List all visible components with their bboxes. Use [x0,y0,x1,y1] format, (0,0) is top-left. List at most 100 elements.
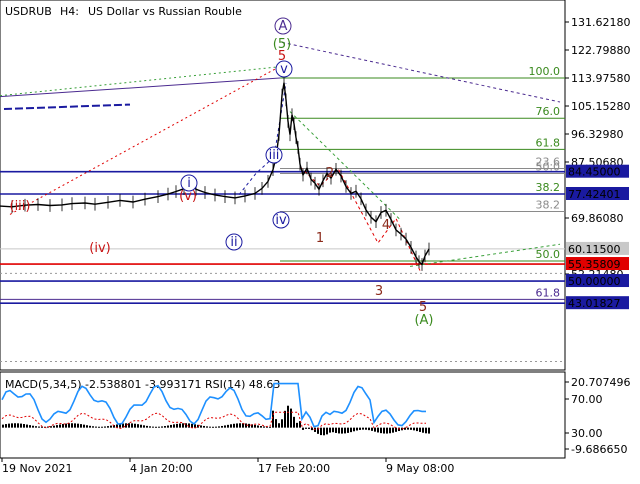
wave-label-7: iv [275,213,287,228]
fib-label-1: 76.0 [536,105,561,118]
macd-hist-bar-33 [101,426,103,428]
indicator-tick-label-1: 70.00 [571,393,603,406]
macd-hist-bar-129 [389,427,391,434]
macd-hist-bar-58 [176,423,178,428]
symbol-label: USDRUB [5,5,52,18]
macd-hist-bar-4 [14,423,16,428]
macd-hist-bar-30 [92,426,94,428]
macd-hist-bar-73 [221,425,223,428]
macd-hist-bar-120 [362,427,364,430]
macd-hist-bar-28 [86,425,88,428]
macd-hist-bar-78 [236,423,238,428]
fib-label-7: 50.0 [536,248,561,261]
indicator-tick-label-3: -9.686650 [571,443,627,456]
macd-hist-bar-94 [284,410,286,428]
macd-hist-bar-0 [2,424,4,428]
macd-hist-bar-124 [374,427,376,432]
macd-hist-bar-111 [335,427,337,433]
macd-rsi-indicator [0,272,565,436]
macd-hist-bar-6 [20,423,22,428]
macd-rsi-label: MACD(5,34,5) -2.538801 -3.993171 RSI(14)… [5,378,280,391]
macd-hist-bar-16 [50,426,52,428]
macd-hist-bar-89 [269,426,271,428]
wave-label-12: 2 [326,166,334,181]
macd-hist-bar-106 [320,427,322,436]
price-label-0: 84.45000 [568,166,621,179]
macd-hist-bar-1 [5,424,7,428]
macd-hist-bar-19 [59,424,61,428]
wave-label-14: 4 [382,218,390,233]
macd-hist-bar-93 [281,419,283,428]
macd-hist-bar-49 [149,426,151,428]
macd-hist-bar-101 [305,427,307,429]
fib-label-8: 61.8 [536,286,561,299]
price-tick-label-0: 131.62180 [571,16,631,29]
macd-hist-bar-43 [131,423,133,428]
macd-hist-bar-22 [68,423,70,428]
wave-label-4: iii [269,148,280,163]
macd-hist-bar-114 [344,427,346,434]
macd-hist-bar-125 [377,427,379,433]
indicator-tick-label-0: 20.707496 [571,376,631,389]
macd-hist-bar-142 [428,427,430,434]
macd-hist-bar-7 [23,424,25,428]
macd-hist-bar-123 [371,427,373,431]
macd-hist-bar-110 [332,427,334,433]
macd-hist-bar-140 [422,427,424,433]
macd-hist-bar-54 [164,426,166,428]
fib-label-0: 100.0 [529,65,561,78]
price-tick-label-3: 105.15280 [571,100,631,113]
macd-hist-bar-74 [224,425,226,428]
chart-window: USDRUB H4: US Dollar vs Russian Rouble 1… [0,0,640,480]
macd-hist-bar-112 [338,427,340,434]
macd-hist-bar-2 [8,423,10,428]
macd-hist-bar-135 [407,427,409,430]
macd-hist-bar-118 [356,427,358,431]
wave-label-16: (A) [414,313,433,328]
macd-hist-bar-53 [161,426,163,428]
wave-label-10: (iv) [89,241,110,256]
macd-hist-bar-98 [296,422,298,428]
price-label-1: 77.42401 [568,188,621,201]
macd-hist-bar-127 [383,427,385,434]
macd-hist-bar-107 [323,427,325,436]
timeframe-label: H4: [60,5,79,18]
macd-hist-bar-102 [308,427,310,429]
time-label-2: 17 Feb 20:00 [258,462,330,475]
macd-hist-bar-115 [347,427,349,433]
price-axis: 131.62180 122.79880 113.97580 105.15280 96.3… [565,16,631,281]
macd-hist-bar-132 [398,427,400,432]
macd-hist-bar-18 [56,425,58,428]
macd-hist-bar-121 [365,427,367,430]
macd-hist-bar-84 [254,424,256,428]
macd-hist-bar-116 [350,427,352,433]
macd-hist-bar-136 [410,427,412,430]
macd-hist-bar-42 [128,423,130,428]
macd-hist-bar-69 [209,426,211,428]
macd-hist-bar-131 [395,427,397,432]
macd-hist-bar-25 [77,423,79,428]
fib-label-6: 38.2 [536,199,561,212]
macd-hist-bar-70 [212,426,214,428]
macd-hist-bar-47 [143,425,145,428]
macd-hist-bar-5 [17,423,19,428]
macd-hist-bar-63 [191,423,193,428]
macd-hist-bar-29 [89,425,91,428]
wave-label-11: 1 [316,231,324,246]
macd-hist-bar-27 [83,424,85,428]
macd-hist-bar-56 [170,424,172,428]
macd-hist-bar-31 [95,426,97,428]
macd-hist-bar-3 [11,423,13,428]
macd-hist-bar-52 [158,426,160,428]
red-dotted-waves [299,166,421,271]
time-label-3: 9 May 08:00 [386,462,454,475]
indicator-axis: 20.707496 70.00 30.00 -9.686650 [565,376,631,456]
price-label-2: 60.11500 [568,243,621,256]
macd-hist-bar-97 [293,416,295,428]
wave-label-3: v [280,62,288,77]
macd-hist-bar-11 [35,426,37,428]
macd-hist-bar-51 [155,426,157,428]
macd-hist-bar-141 [425,427,427,434]
macd-hist-bar-82 [248,423,250,428]
macd-hist-bar-36 [110,425,112,428]
